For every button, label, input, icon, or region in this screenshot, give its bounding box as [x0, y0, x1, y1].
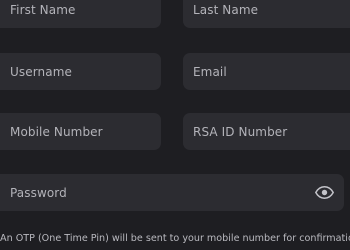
- username-field[interactable]: Username: [0, 53, 161, 90]
- rsa-id-number-placeholder: RSA ID Number: [193, 124, 288, 139]
- last-name-placeholder: Last Name: [193, 2, 259, 17]
- password-field[interactable]: Password: [0, 174, 344, 211]
- otp-notice: An OTP (One Time Pin) will be sent to yo…: [0, 233, 350, 244]
- last-name-field[interactable]: Last Name: [183, 0, 350, 28]
- first-name-placeholder: First Name: [10, 2, 76, 17]
- mobile-number-placeholder: Mobile Number: [10, 124, 103, 139]
- username-placeholder: Username: [10, 64, 72, 79]
- rsa-id-number-field[interactable]: RSA ID Number: [183, 113, 350, 150]
- first-name-field[interactable]: First Name: [0, 0, 161, 28]
- password-placeholder: Password: [10, 185, 67, 200]
- email-placeholder: Email: [193, 64, 227, 79]
- eye-icon[interactable]: [315, 183, 334, 202]
- mobile-number-field[interactable]: Mobile Number: [0, 113, 161, 150]
- email-field[interactable]: Email: [183, 53, 350, 90]
